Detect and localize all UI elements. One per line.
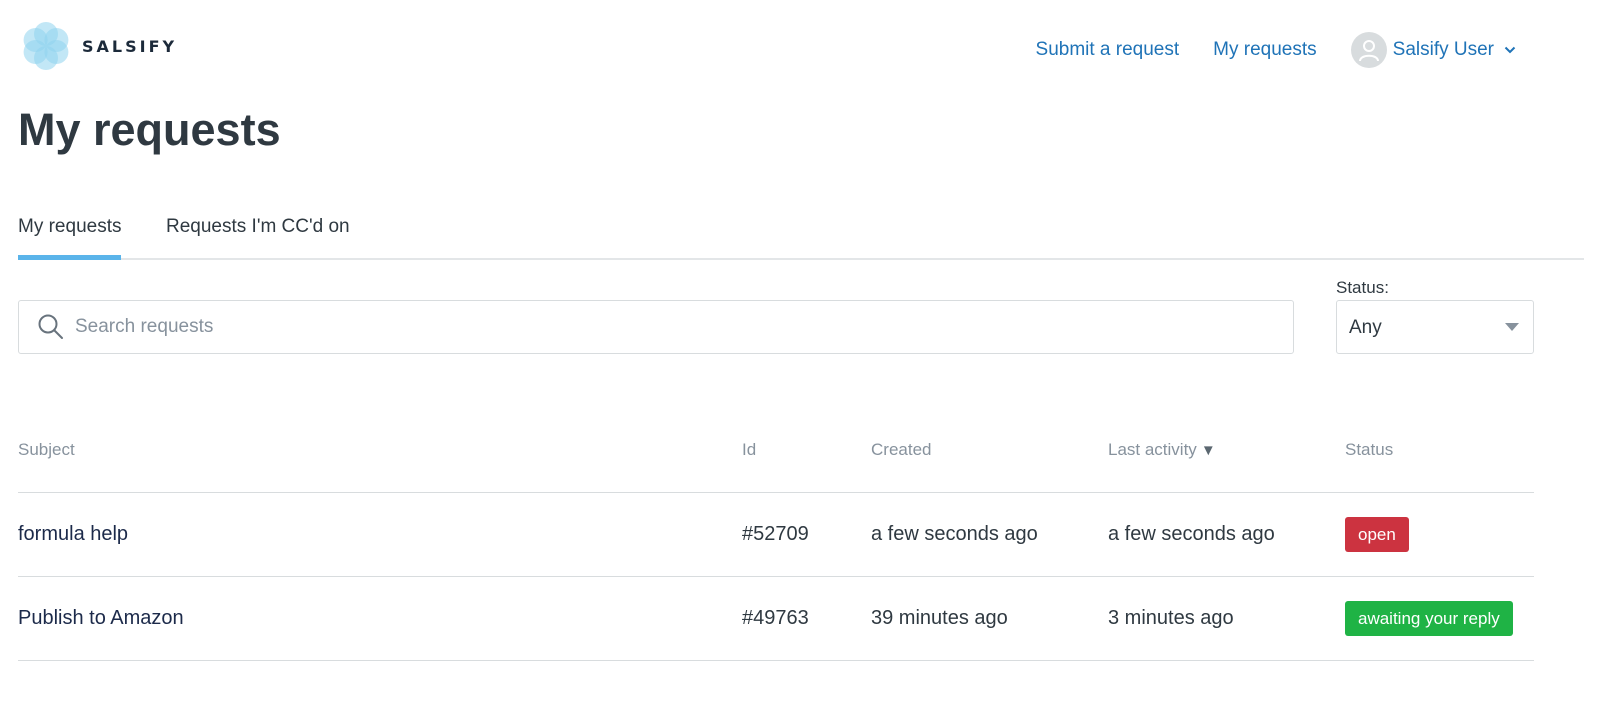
brand-name: SALSIFY	[82, 36, 178, 56]
request-id: #49763	[742, 607, 809, 629]
status-filter-label: Status:	[1336, 278, 1389, 297]
request-id: #52709	[742, 523, 809, 545]
table-row: formula help #52709 a few seconds ago a …	[18, 493, 1534, 577]
column-header-subject[interactable]: Subject	[18, 440, 75, 460]
request-tabs: My requests Requests I'm CC'd on	[18, 210, 1584, 260]
table-header: Subject Id Created Last activity ▼ Status	[18, 420, 1534, 493]
table-row: Publish to Amazon #49763 39 minutes ago …	[18, 577, 1534, 661]
request-subject-cell: formula help	[18, 523, 128, 546]
column-header-created[interactable]: Created	[871, 440, 931, 460]
requests-table: Subject Id Created Last activity ▼ Status…	[18, 420, 1534, 661]
request-last-activity: 3 minutes ago	[1108, 607, 1234, 629]
tab-my-requests[interactable]: My requests	[18, 216, 122, 260]
salsify-logo[interactable]: SALSIFY	[18, 18, 177, 74]
search-icon	[38, 314, 63, 339]
page-title: My requests	[18, 104, 281, 155]
column-header-id[interactable]: Id	[742, 440, 756, 460]
request-created: 39 minutes ago	[871, 607, 1008, 629]
search-box	[18, 300, 1294, 354]
request-subject-link[interactable]: Publish to Amazon	[18, 607, 184, 629]
request-subject-cell: Publish to Amazon	[18, 607, 184, 630]
submit-request-link[interactable]: Submit a request	[1036, 32, 1180, 68]
site-header: SALSIFY Submit a request My requests Sal…	[0, 0, 1600, 100]
search-input[interactable]	[75, 316, 1255, 338]
column-header-status[interactable]: Status	[1345, 440, 1393, 460]
column-header-last-activity-label: Last activity	[1108, 440, 1197, 459]
request-last-activity: a few seconds ago	[1108, 523, 1275, 545]
status-filter-select[interactable]: Any	[1336, 300, 1534, 354]
user-menu[interactable]: Salsify User	[1350, 32, 1516, 68]
status-filter-value: Any	[1349, 317, 1382, 338]
my-requests-link[interactable]: My requests	[1213, 32, 1316, 68]
status-badge: open	[1345, 517, 1409, 552]
salsify-flower-icon	[23, 22, 69, 70]
user-name: Salsify User	[1392, 39, 1494, 60]
status-badge: awaiting your reply	[1345, 601, 1513, 636]
user-avatar-icon	[1358, 40, 1379, 62]
header-nav: Submit a request My requests Salsify Use…	[1002, 32, 1516, 68]
column-header-last-activity[interactable]: Last activity ▼	[1108, 440, 1216, 460]
request-created: a few seconds ago	[871, 523, 1038, 545]
user-avatar	[1350, 32, 1387, 68]
caret-down-icon	[1505, 323, 1519, 331]
tab-requests-cc[interactable]: Requests I'm CC'd on	[166, 216, 350, 260]
request-subject-link[interactable]: formula help	[18, 523, 128, 545]
chevron-down-icon	[1504, 46, 1516, 54]
sort-desc-icon: ▼	[1200, 442, 1216, 459]
